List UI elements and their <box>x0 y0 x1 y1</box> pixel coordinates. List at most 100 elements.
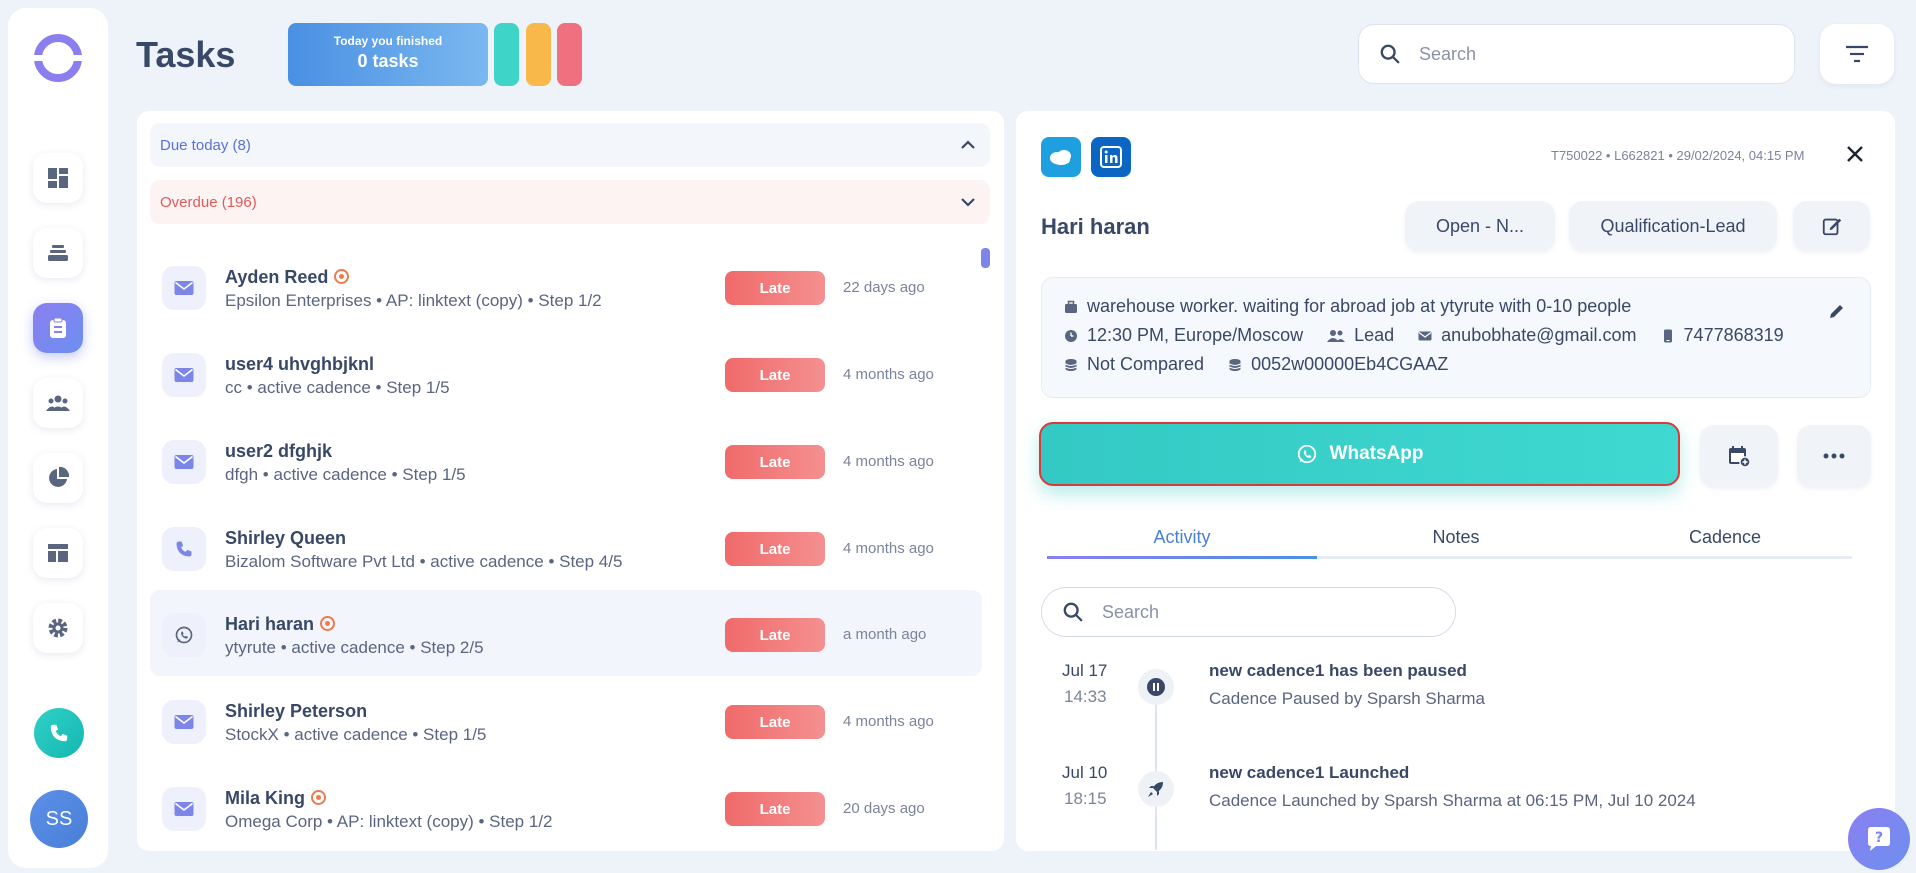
task-time-ago: 22 days ago <box>843 279 925 296</box>
group-overdue-label: Overdue (196) <box>160 193 257 211</box>
call-button[interactable] <box>34 708 84 758</box>
mail-icon <box>174 368 194 382</box>
stack-icon <box>48 245 68 261</box>
stat-pill-pink[interactable] <box>557 23 582 86</box>
lead-stage-button[interactable]: Qualification-Lead <box>1569 201 1777 251</box>
linkedin-icon <box>1100 146 1122 168</box>
task-row[interactable]: Ayden Reed Epsilon Enterprises • AP: link… <box>150 243 982 329</box>
task-row[interactable]: user2 dfghjk dfgh • active cadence • Step… <box>150 417 982 503</box>
edit-lead-button[interactable] <box>1793 201 1870 251</box>
task-row[interactable]: user4 uhvghbjknl cc • active cadence • St… <box>150 330 982 416</box>
user-avatar[interactable]: SS <box>30 790 88 848</box>
task-time-ago: 4 months ago <box>843 366 934 383</box>
activity-title: new cadence1 Launched <box>1209 763 1410 782</box>
nav-settings[interactable] <box>33 603 83 653</box>
email-item[interactable]: anubobhate@gmail.com <box>1418 325 1637 346</box>
hot-lead-icon <box>334 269 350 284</box>
nav-tasks[interactable] <box>33 303 83 353</box>
tab-activity[interactable]: Activity <box>1047 527 1317 548</box>
activity-marker <box>1138 771 1174 807</box>
task-details: Bizalom Software Pvt Ltd • active cadenc… <box>225 552 623 571</box>
lead-phone[interactable]: 7477868319 <box>1684 325 1784 346</box>
group-overdue[interactable]: Overdue (196) <box>150 180 990 224</box>
late-status-badge: Late <box>725 271 825 305</box>
nav-templates[interactable] <box>33 528 83 578</box>
lead-meta: T750022 • L662821 • 29/02/2024, 04:15 PM <box>1551 148 1805 163</box>
more-actions-button[interactable] <box>1797 425 1871 487</box>
lead-crm-id: 0052w00000Eb4CGAAZ <box>1251 354 1449 374</box>
nav-dashboard[interactable] <box>33 153 83 203</box>
mail-icon <box>174 715 194 729</box>
task-lead-name: user2 dfghjk <box>225 441 332 462</box>
task-lead-name: Shirley Peterson <box>225 701 367 722</box>
stat-pill-orange[interactable] <box>526 23 551 86</box>
phone-item[interactable]: 7477868319 <box>1661 325 1784 346</box>
mobile-icon <box>1663 329 1672 342</box>
edit-description-icon[interactable] <box>1828 302 1846 320</box>
template-icon <box>48 544 68 562</box>
whatsapp-icon <box>175 626 193 644</box>
nav-reports[interactable] <box>33 453 83 503</box>
compare-item: Not Compared <box>1064 354 1204 375</box>
tab-notes[interactable]: Notes <box>1321 527 1591 548</box>
salesforce-link[interactable] <box>1041 137 1081 177</box>
globe-clock-icon <box>1065 329 1077 342</box>
task-time-ago: 20 days ago <box>843 800 925 817</box>
help-icon: ? <box>1868 827 1890 851</box>
activity-search-box[interactable] <box>1041 587 1456 637</box>
late-status-badge: Late <box>725 445 825 479</box>
salesforce-icon <box>1050 150 1071 165</box>
task-type-badge <box>162 527 206 571</box>
nav-stack[interactable] <box>33 228 83 278</box>
whatsapp-icon <box>1297 444 1316 464</box>
page-title: Tasks <box>136 34 236 75</box>
task-lead-name-text: Shirley Queen <box>225 528 347 548</box>
task-search-box[interactable] <box>1358 24 1795 84</box>
task-search-input[interactable] <box>1419 43 1759 65</box>
task-details: Omega Corp • AP: linktext (copy) • Step … <box>225 812 553 831</box>
whatsapp-button-label: WhatsApp <box>1329 443 1424 464</box>
lead-compare-status: Not Compared <box>1087 354 1205 374</box>
lead-status-button[interactable]: Open - N... <box>1405 201 1555 251</box>
group-due-today[interactable]: Due today (8) <box>150 123 990 167</box>
pause-icon <box>1147 678 1165 696</box>
hot-lead-icon <box>320 616 336 631</box>
search-icon <box>1063 602 1083 622</box>
activity-marker <box>1138 669 1174 705</box>
chevron-up-icon[interactable] <box>958 135 978 155</box>
chevron-down-icon[interactable] <box>958 192 978 212</box>
task-type-badge <box>162 700 206 744</box>
task-lead-name: Mila King <box>225 788 326 809</box>
app-logo[interactable] <box>30 34 86 82</box>
task-lead-name: Hari haran <box>225 614 336 635</box>
task-row[interactable]: Shirley Peterson StockX • active cadence … <box>150 677 982 763</box>
whatsapp-button[interactable]: WhatsApp <box>1039 422 1680 486</box>
help-button[interactable]: ? <box>1848 808 1910 870</box>
phone-icon <box>176 541 192 557</box>
late-status-badge: Late <box>725 705 825 739</box>
task-row[interactable]: Hari haran ytyrute • active cadence • Ste… <box>150 590 982 676</box>
dashboard-icon <box>48 168 68 188</box>
task-row[interactable]: Shirley Queen Bizalom Software Pvt Ltd • … <box>150 504 982 590</box>
schedule-button[interactable] <box>1700 425 1778 487</box>
late-status-badge: Late <box>725 358 825 392</box>
nav-people[interactable] <box>33 378 83 428</box>
close-icon[interactable] <box>1842 141 1868 167</box>
activity-description: Cadence Launched by Sparsh Sharma at 06:… <box>1209 791 1696 810</box>
lead-email[interactable]: anubobhate@gmail.com <box>1441 325 1636 346</box>
activity-search-input[interactable] <box>1102 601 1432 623</box>
filter-button[interactable] <box>1820 24 1894 84</box>
linkedin-link[interactable] <box>1091 137 1131 177</box>
task-time-ago: 4 months ago <box>843 540 934 557</box>
lead-contact-line: 12:30 PM, Europe/Moscow Lead anubobhate@… <box>1064 325 1808 346</box>
sidebar: SS <box>8 8 108 868</box>
task-lead-name: Ayden Reed <box>225 267 350 288</box>
task-details: Epsilon Enterprises • AP: linktext (copy… <box>225 291 602 310</box>
finished-summary-card: Today you finished 0 tasks <box>288 23 488 86</box>
task-row[interactable]: Mila King Omega Corp • AP: linktext (copy… <box>150 764 982 850</box>
tab-cadence[interactable]: Cadence <box>1590 527 1860 548</box>
stat-pill-teal[interactable] <box>494 23 519 86</box>
filter-icon <box>1846 45 1868 63</box>
list-scrollbar[interactable] <box>981 248 990 268</box>
activity-date: Jul 17 <box>1062 661 1108 680</box>
